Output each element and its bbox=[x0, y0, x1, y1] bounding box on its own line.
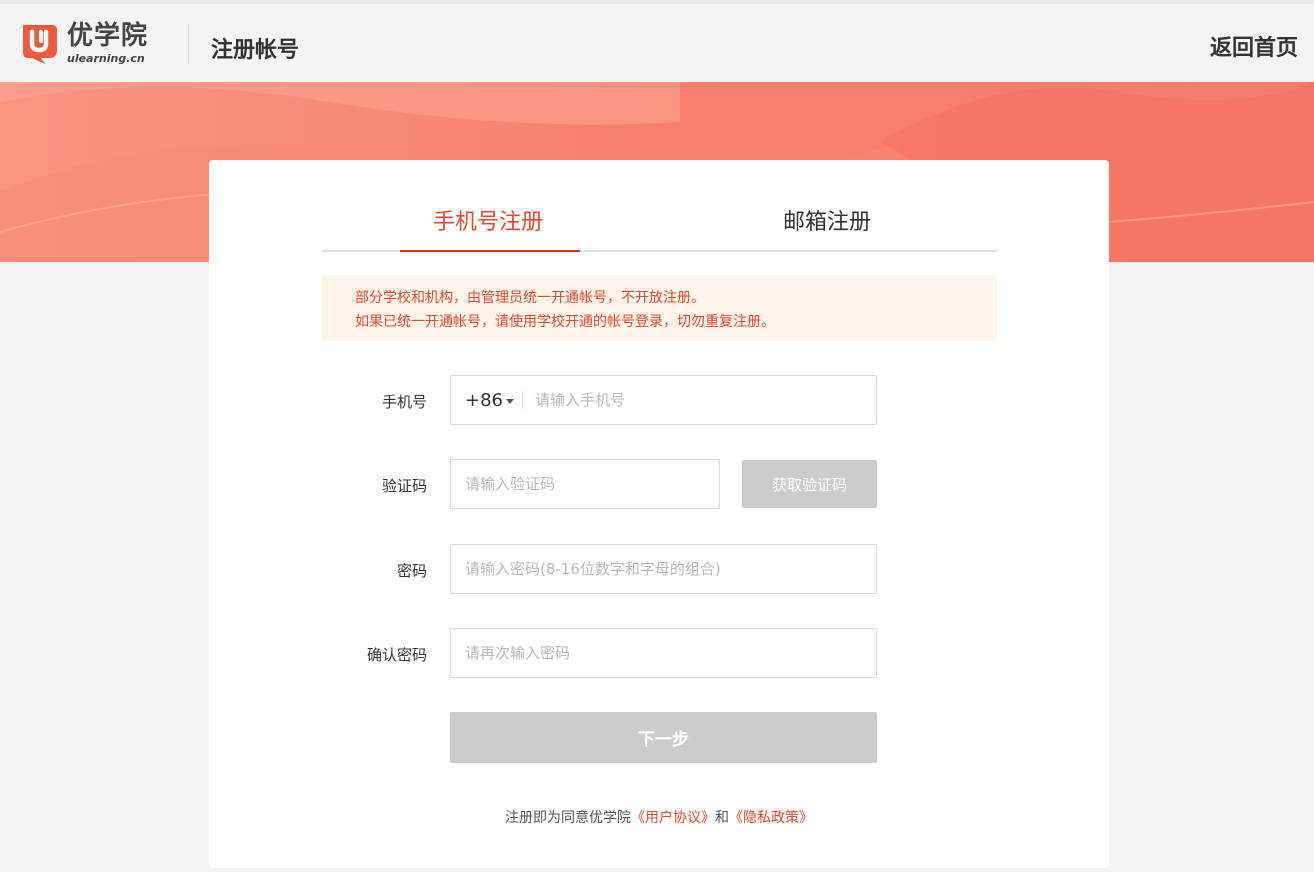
confirm-password-label: 确认密码 bbox=[366, 646, 427, 664]
code-label: 验证码 bbox=[381, 477, 427, 495]
caret-down-icon bbox=[506, 398, 514, 404]
password-input[interactable] bbox=[451, 545, 876, 593]
active-tab-indicator bbox=[400, 250, 580, 252]
agreement-prefix: 注册即为同意优学院 bbox=[505, 810, 631, 826]
logo-text-cn: 优学院 bbox=[67, 20, 149, 51]
phone-label: 手机号 bbox=[381, 393, 427, 411]
password-field bbox=[450, 544, 877, 594]
verification-code-input[interactable] bbox=[451, 460, 719, 508]
tab-email-register[interactable]: 邮箱注册 bbox=[783, 204, 871, 236]
confirm-password-field bbox=[450, 628, 877, 678]
tab-phone-register[interactable]: 手机号注册 bbox=[433, 204, 543, 236]
register-card: 手机号注册 邮箱注册 部分学校和机构，由管理员统一开通帐号，不开放注册。 如果已… bbox=[209, 160, 1109, 868]
notice-line: 部分学校和机构，由管理员统一开通帐号，不开放注册。 bbox=[355, 290, 705, 306]
tabs: 手机号注册 邮箱注册 bbox=[322, 178, 997, 252]
header-divider bbox=[188, 24, 189, 64]
phone-input[interactable] bbox=[521, 376, 876, 424]
code-field bbox=[450, 459, 720, 509]
agreement-and: 和 bbox=[715, 810, 729, 826]
logo-icon bbox=[23, 25, 57, 64]
privacy-policy-link[interactable]: 《隐私政策》 bbox=[729, 810, 813, 826]
phone-field: +86 bbox=[450, 375, 877, 425]
notice-line: 如果已统一开通帐号，请使用学校开通的帐号登录，切勿重复注册。 bbox=[355, 314, 775, 330]
page-title: 注册帐号 bbox=[211, 38, 300, 63]
notice-box: 部分学校和机构，由管理员统一开通帐号，不开放注册。 如果已统一开通帐号，请使用学… bbox=[322, 275, 997, 341]
country-code: +86 bbox=[465, 389, 503, 411]
logo[interactable]: 优学院 ulearning.cn bbox=[19, 22, 148, 64]
password-label: 密码 bbox=[396, 562, 427, 580]
agreement-text: 注册即为同意优学院《用户协议》和《隐私政策》 bbox=[209, 807, 1109, 827]
back-home-link[interactable]: 返回首页 bbox=[1210, 30, 1298, 62]
logo-text-en: ulearning.cn bbox=[67, 51, 145, 65]
header: 优学院 ulearning.cn 注册帐号 返回首页 bbox=[0, 0, 1314, 82]
user-agreement-link[interactable]: 《用户协议》 bbox=[631, 810, 715, 826]
confirm-password-input[interactable] bbox=[451, 629, 876, 677]
country-code-select[interactable]: +86 bbox=[465, 376, 514, 424]
next-step-button[interactable]: 下一步 bbox=[450, 712, 877, 763]
get-code-button[interactable]: 获取验证码 bbox=[742, 460, 877, 508]
